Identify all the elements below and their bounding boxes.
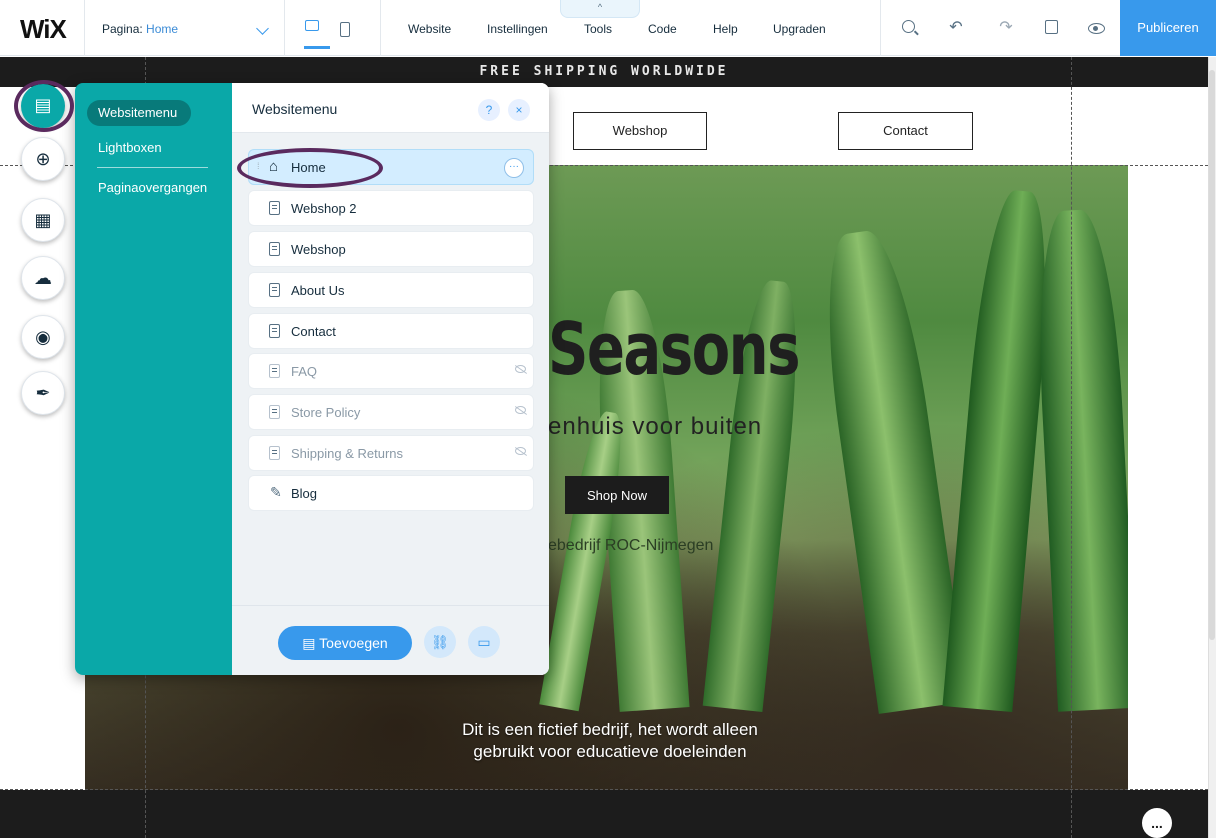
disclaimer-text[interactable]: Dit is een fictief bedrijf, het wordt al… bbox=[400, 719, 820, 763]
undo-icon[interactable]: ↶ bbox=[948, 20, 964, 36]
chevron-down-icon[interactable] bbox=[256, 22, 269, 35]
close-button[interactable]: × bbox=[508, 99, 530, 121]
page-item-home[interactable]: ⁞ ⌂ Home ··· bbox=[248, 149, 534, 185]
hero-title[interactable]: Seasons bbox=[548, 307, 800, 391]
guide-line bbox=[1071, 57, 1072, 838]
upload-icon[interactable]: ☁ bbox=[21, 256, 65, 300]
page-item-blog[interactable]: ✎ Blog bbox=[248, 475, 534, 511]
plant-leaf bbox=[812, 226, 968, 714]
page-icon bbox=[269, 201, 280, 215]
menu-help[interactable]: Help bbox=[713, 22, 738, 36]
pen-icon[interactable]: ✒ bbox=[21, 371, 65, 415]
desktop-icon[interactable] bbox=[305, 20, 319, 31]
page-item-faq[interactable]: FAQ bbox=[248, 353, 534, 389]
add-icon[interactable]: ⊕ bbox=[21, 137, 65, 181]
chat-bubble-icon[interactable]: ◉ bbox=[21, 315, 65, 359]
preview-icon[interactable] bbox=[1088, 23, 1105, 34]
site-footer[interactable] bbox=[0, 790, 1208, 838]
page-item-about-us[interactable]: About Us bbox=[248, 272, 534, 308]
page-icon bbox=[269, 324, 280, 338]
page-label: Webshop 2 bbox=[291, 201, 357, 216]
page-label: Blog bbox=[291, 486, 318, 501]
page-label: About Us bbox=[291, 283, 345, 298]
zoom-out-icon[interactable] bbox=[902, 20, 915, 33]
sidebar-item-websitemenu[interactable]: Websitemenu bbox=[87, 100, 191, 126]
add-page-label: Toevoegen bbox=[319, 634, 388, 651]
page-icon bbox=[269, 405, 280, 419]
topbar-divider bbox=[880, 0, 881, 56]
hero-subtitle[interactable]: enhuis voor buiten bbox=[548, 413, 762, 441]
hero-caption[interactable]: ebedrijf ROC-Nijmegen bbox=[548, 537, 713, 555]
page-label: Home bbox=[291, 160, 326, 175]
pages-panel-header: Websitemenu ? × bbox=[232, 83, 549, 133]
plant-leaf bbox=[1031, 208, 1128, 712]
topbar-divider bbox=[84, 0, 85, 56]
hidden-page-icon bbox=[515, 406, 526, 414]
page-label: Shipping & Returns bbox=[291, 446, 404, 461]
page-selector[interactable]: Pagina: Home bbox=[102, 22, 178, 36]
save-icon[interactable] bbox=[1045, 20, 1058, 34]
pages-list-pane: Websitemenu ? × ⁞ ⌂ Home ··· Webshop 2 W… bbox=[232, 83, 549, 675]
add-page-button[interactable]: ▤ Toevoegen bbox=[278, 626, 412, 660]
redo-icon[interactable]: ↷ bbox=[998, 20, 1014, 36]
disclaimer-line-2: gebruikt voor educatieve doeleinden bbox=[473, 742, 747, 761]
scrollbar-thumb[interactable] bbox=[1209, 70, 1215, 640]
drag-handle-icon[interactable]: ⁞ bbox=[257, 161, 259, 171]
page-selector-value: Home bbox=[146, 22, 179, 36]
add-link-icon[interactable]: ⛓ bbox=[424, 626, 456, 658]
page-label: Contact bbox=[291, 324, 336, 339]
guide-line bbox=[0, 789, 1208, 790]
desktop-active-indicator bbox=[304, 46, 330, 49]
menu-website[interactable]: Website bbox=[408, 22, 451, 36]
page-label: Webshop bbox=[291, 242, 346, 257]
chat-icon[interactable]: ... bbox=[1142, 808, 1172, 838]
page-label: Store Policy bbox=[291, 405, 361, 420]
blog-icon: ✎ bbox=[270, 484, 282, 500]
sidebar-item-paginaovergangen[interactable]: Paginaovergangen bbox=[98, 180, 207, 195]
page-selector-label: Pagina: bbox=[102, 22, 143, 36]
app-market-icon[interactable]: ▦ bbox=[21, 198, 65, 242]
editor-topbar: WiX Pagina: Home Website Instellingen To… bbox=[0, 0, 1216, 56]
page-label: FAQ bbox=[291, 364, 318, 379]
help-button[interactable]: ? bbox=[478, 99, 500, 121]
hidden-page-icon bbox=[515, 447, 526, 455]
home-icon: ⌂ bbox=[269, 158, 279, 175]
pages-panel: Websitemenu Lightboxen Paginaovergangen … bbox=[75, 83, 549, 675]
page-icon bbox=[269, 242, 280, 256]
menu-tools[interactable]: Tools bbox=[584, 22, 612, 36]
more-actions-icon[interactable]: ··· bbox=[504, 158, 524, 178]
plant-leaf bbox=[942, 187, 1058, 713]
page-item-webshop-2[interactable]: Webshop 2 bbox=[248, 190, 534, 226]
menu-instellingen[interactable]: Instellingen bbox=[487, 22, 548, 36]
page-item-store-policy[interactable]: Store Policy bbox=[248, 394, 534, 430]
page-icon bbox=[269, 446, 280, 460]
sidebar-divider bbox=[97, 167, 208, 168]
shop-now-button[interactable]: Shop Now bbox=[565, 476, 669, 514]
panel-title: Websitemenu bbox=[252, 101, 338, 117]
wix-logo[interactable]: WiX bbox=[20, 14, 67, 45]
menu-upgraden[interactable]: Upgraden bbox=[773, 22, 826, 36]
pages-panel-sidebar: Websitemenu Lightboxen Paginaovergangen bbox=[75, 83, 232, 675]
page-item-webshop[interactable]: Webshop bbox=[248, 231, 534, 267]
nav-webshop[interactable]: Webshop bbox=[573, 112, 707, 150]
mobile-icon[interactable] bbox=[340, 22, 350, 37]
page-item-contact[interactable]: Contact bbox=[248, 313, 534, 349]
page-icon bbox=[269, 283, 280, 297]
page-item-shipping-returns[interactable]: Shipping & Returns bbox=[248, 435, 534, 471]
topbar-divider bbox=[380, 0, 381, 56]
publish-button[interactable]: Publiceren bbox=[1120, 0, 1216, 56]
nav-contact[interactable]: Contact bbox=[838, 112, 973, 150]
page-icon bbox=[269, 364, 280, 378]
topbar-divider bbox=[284, 0, 285, 56]
toolbar-collapse-tab[interactable]: ^ bbox=[560, 0, 640, 18]
hidden-page-icon bbox=[515, 365, 526, 373]
pages-icon[interactable]: ▤ bbox=[21, 84, 65, 128]
sidebar-item-lightboxen[interactable]: Lightboxen bbox=[98, 140, 162, 155]
disclaimer-line-1: Dit is een fictief bedrijf, het wordt al… bbox=[462, 720, 758, 739]
pages-panel-footer: ▤ Toevoegen ⛓ ▭ bbox=[232, 605, 549, 675]
add-folder-icon[interactable]: ▭ bbox=[468, 626, 500, 658]
menu-code[interactable]: Code bbox=[648, 22, 677, 36]
